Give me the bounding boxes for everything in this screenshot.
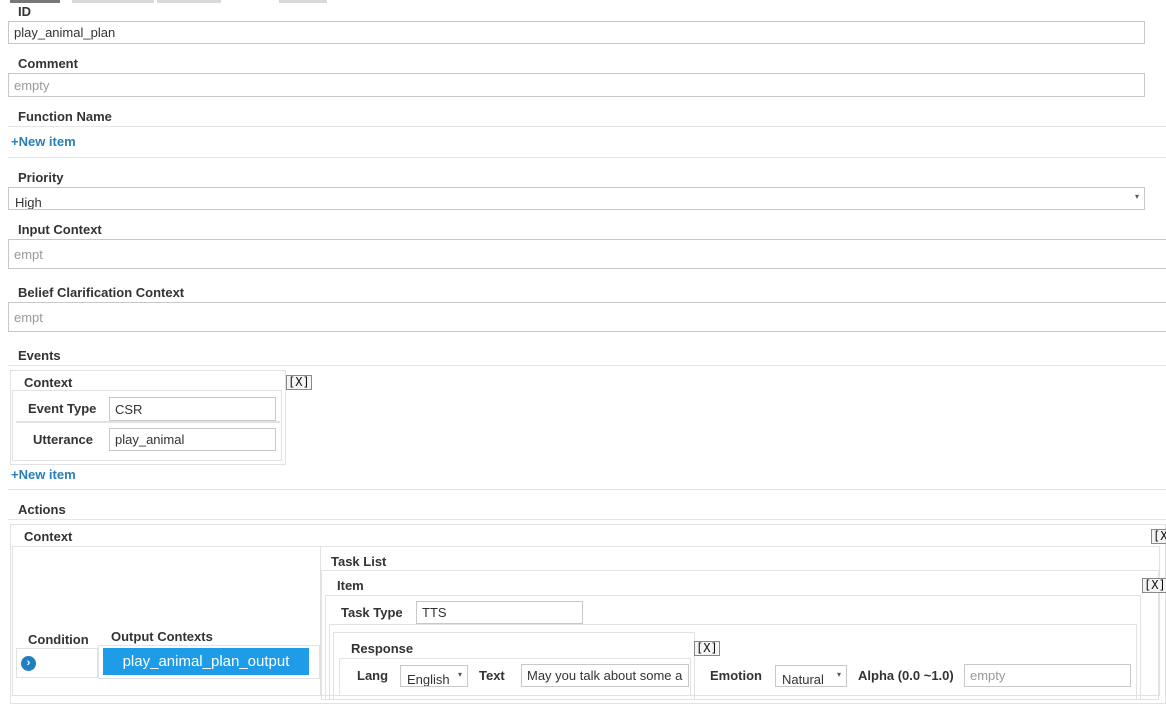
utterance-label: Utterance xyxy=(33,432,93,447)
actions-label: Actions xyxy=(18,502,66,517)
comment-label: Comment xyxy=(18,56,78,71)
events-context-label: Context xyxy=(24,375,73,390)
task-type-label: Task Type xyxy=(341,605,403,620)
alpha-label: Alpha (0.0 ~1.0) xyxy=(858,668,954,683)
expand-condition-icon[interactable]: › xyxy=(21,656,36,671)
emotion-value: Natural xyxy=(782,671,824,687)
output-context-tag[interactable]: play_animal_plan_output xyxy=(103,648,309,675)
belief-context-label: Belief Clarification Context xyxy=(18,285,185,300)
task-item-label: Item xyxy=(337,578,364,593)
lang-select[interactable]: English ▾ xyxy=(400,665,468,687)
priority-label: Priority xyxy=(18,170,64,185)
tab-2[interactable] xyxy=(72,0,154,3)
events-remove-button[interactable]: [X] xyxy=(286,375,312,390)
actions-context-label: Context xyxy=(24,529,73,544)
tab-active-indicator[interactable] xyxy=(10,0,60,3)
actions-remove-button[interactable]: [X] xyxy=(1151,529,1166,544)
belief-context-input[interactable]: empt xyxy=(8,302,1166,332)
priority-value: High xyxy=(15,195,42,210)
lang-value: English xyxy=(407,671,450,687)
input-context-label: Input Context xyxy=(18,222,102,237)
function-name-label: Function Name xyxy=(18,109,112,124)
chevron-down-icon: ▾ xyxy=(457,670,462,679)
tab-4[interactable] xyxy=(279,0,327,3)
tab-3[interactable] xyxy=(157,0,221,3)
text-label: Text xyxy=(479,668,505,683)
event-type-label: Event Type xyxy=(28,401,97,416)
task-item-remove-button[interactable]: [X] xyxy=(1142,578,1166,593)
task-type-input[interactable]: TTS xyxy=(416,601,583,624)
output-contexts-label: Output Contexts xyxy=(111,629,213,644)
function-name-new-item-link[interactable]: +New item xyxy=(11,134,76,149)
comment-input[interactable]: empty xyxy=(8,73,1145,97)
id-input[interactable]: play_animal_plan xyxy=(8,21,1145,44)
input-context-input[interactable]: empt xyxy=(8,239,1166,269)
chevron-down-icon: ▾ xyxy=(1134,192,1139,201)
response-text-input[interactable]: May you talk about some a xyxy=(521,664,689,687)
emotion-select[interactable]: Natural ▾ xyxy=(775,665,847,687)
lang-label: Lang xyxy=(357,668,389,683)
task-list-label: Task List xyxy=(331,554,387,569)
events-new-item-link[interactable]: +New item xyxy=(11,467,76,482)
utterance-input[interactable]: play_animal xyxy=(109,428,276,451)
alpha-input[interactable]: empty xyxy=(964,664,1131,687)
events-label: Events xyxy=(18,348,61,363)
id-label: ID xyxy=(18,4,31,19)
response-remove-button[interactable]: [X] xyxy=(694,641,720,656)
response-label: Response xyxy=(351,641,414,656)
event-type-input[interactable]: CSR xyxy=(109,397,276,421)
emotion-label: Emotion xyxy=(710,668,762,683)
priority-select[interactable]: High ▾ xyxy=(8,187,1145,210)
condition-label: Condition xyxy=(28,632,89,647)
chevron-down-icon: ▾ xyxy=(836,670,841,679)
